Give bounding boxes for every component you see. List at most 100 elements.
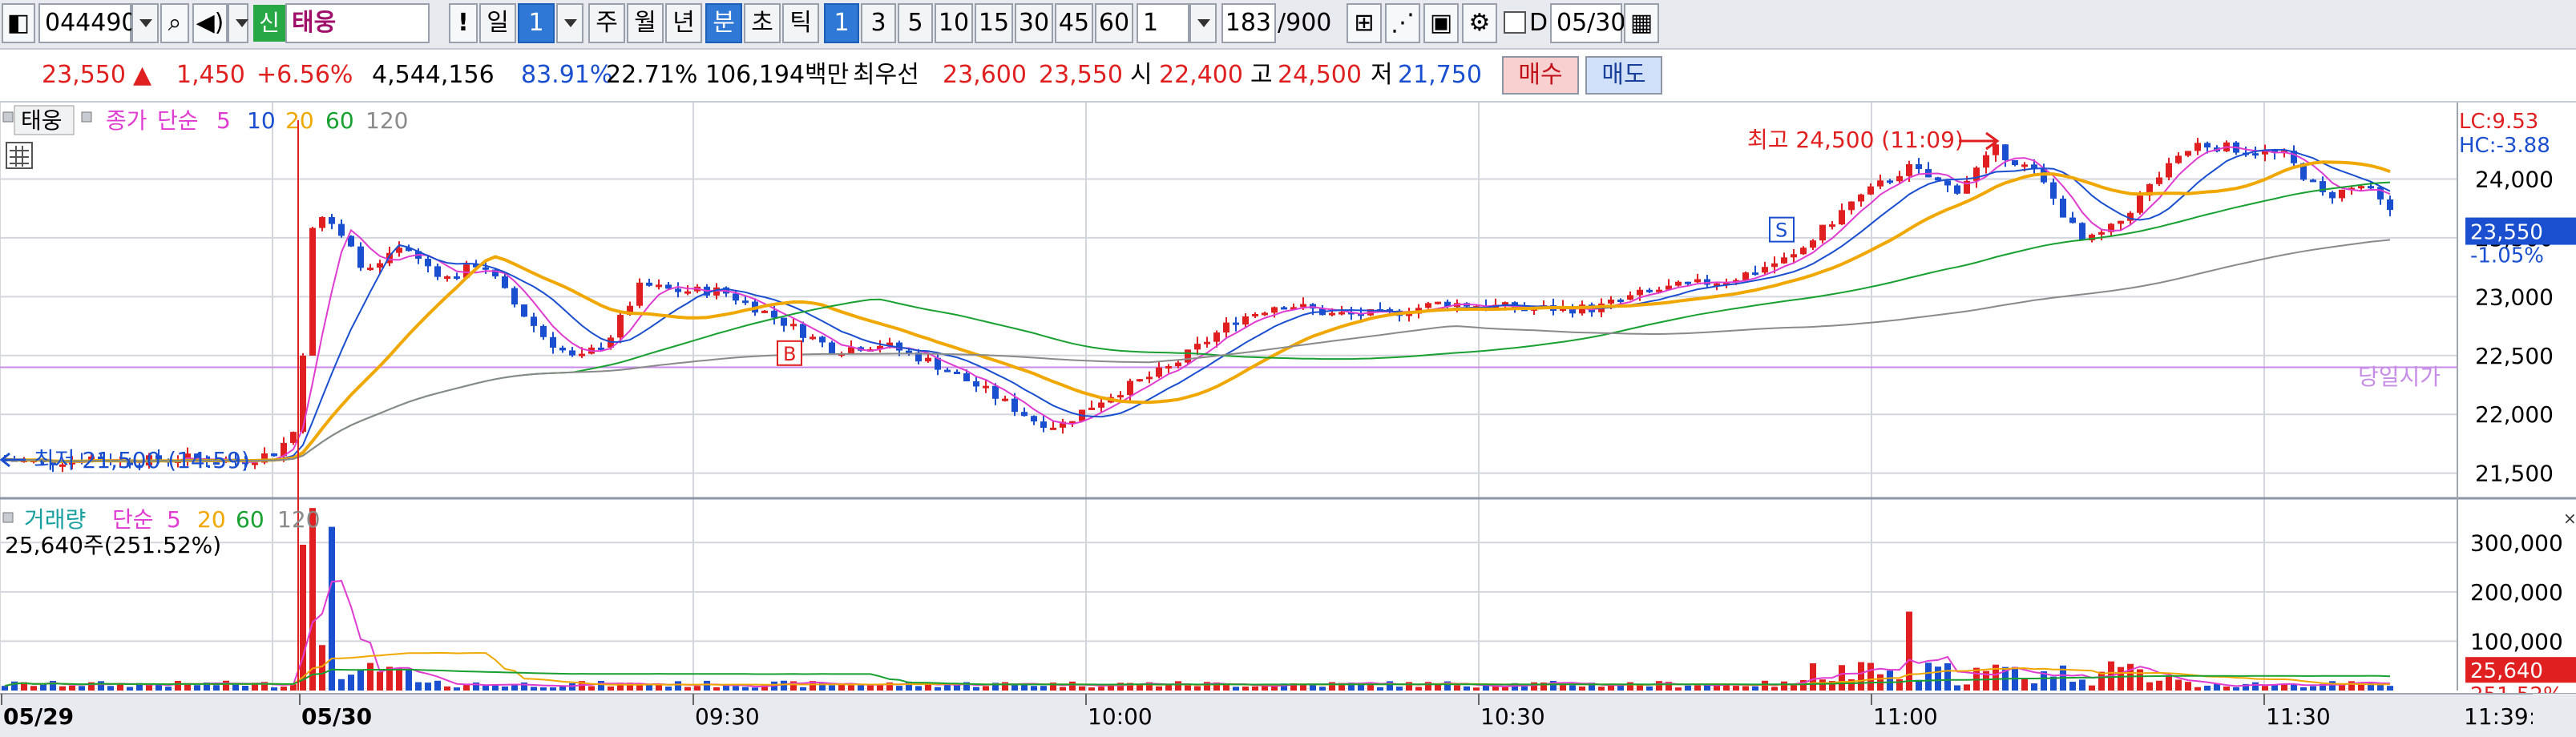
volume-bar[interactable] bbox=[2166, 676, 2172, 691]
volume-bar[interactable] bbox=[2146, 682, 2153, 691]
candle[interactable] bbox=[2098, 232, 2105, 235]
candle[interactable] bbox=[781, 317, 787, 326]
candle[interactable] bbox=[1146, 377, 1153, 380]
volume-bar[interactable] bbox=[2021, 679, 2028, 691]
volume-bar[interactable] bbox=[1319, 687, 1326, 691]
candle[interactable] bbox=[742, 300, 749, 304]
candle[interactable] bbox=[579, 353, 585, 356]
candle[interactable] bbox=[771, 310, 777, 318]
volume-bar[interactable] bbox=[723, 685, 729, 691]
candle[interactable] bbox=[819, 336, 826, 343]
volume-bar[interactable] bbox=[2185, 682, 2191, 691]
volume-bar[interactable] bbox=[502, 686, 508, 691]
candle[interactable] bbox=[1233, 322, 1239, 325]
candle[interactable] bbox=[2358, 186, 2364, 189]
volume-bar[interactable] bbox=[1031, 686, 1037, 691]
candle[interactable] bbox=[2012, 159, 2018, 166]
candle[interactable] bbox=[1435, 301, 1441, 304]
candle[interactable] bbox=[502, 276, 508, 288]
volume-bar[interactable] bbox=[608, 686, 614, 691]
candle[interactable] bbox=[377, 263, 383, 268]
volume-bar[interactable] bbox=[1935, 667, 1941, 691]
volume-bar[interactable] bbox=[107, 686, 114, 691]
volume-bar[interactable] bbox=[2310, 686, 2316, 691]
volume-bar[interactable] bbox=[1569, 685, 1576, 691]
volume-bar[interactable] bbox=[848, 685, 854, 691]
candle[interactable] bbox=[1675, 281, 1682, 286]
candle[interactable] bbox=[2050, 182, 2057, 199]
candle[interactable] bbox=[636, 282, 643, 306]
volume-bar[interactable] bbox=[2031, 683, 2037, 691]
volume-bar[interactable] bbox=[521, 682, 527, 691]
candle[interactable] bbox=[1156, 367, 1162, 377]
candle[interactable] bbox=[1944, 180, 1951, 186]
volume-bar[interactable] bbox=[1473, 687, 1480, 691]
volume-bar[interactable] bbox=[646, 684, 652, 691]
volume-bar[interactable] bbox=[2156, 680, 2162, 691]
volume-bar[interactable] bbox=[1925, 662, 1932, 691]
candle[interactable] bbox=[2118, 220, 2124, 224]
volume-bar[interactable] bbox=[454, 687, 460, 691]
volume-bar[interactable] bbox=[781, 680, 787, 691]
volume-bar[interactable] bbox=[1088, 687, 1095, 691]
candle[interactable] bbox=[954, 371, 960, 374]
volume-bar[interactable] bbox=[636, 685, 643, 691]
volume-bar[interactable] bbox=[1733, 686, 1739, 691]
candle[interactable] bbox=[944, 369, 951, 373]
candle[interactable] bbox=[1954, 185, 1960, 194]
volume-bar[interactable] bbox=[79, 686, 85, 691]
candle[interactable] bbox=[1194, 344, 1201, 350]
candle[interactable] bbox=[329, 217, 335, 224]
candle[interactable] bbox=[1762, 267, 1768, 273]
volume-bar[interactable] bbox=[98, 681, 104, 691]
candle[interactable] bbox=[1127, 381, 1133, 396]
volume-bar[interactable] bbox=[463, 684, 470, 691]
volume-bar[interactable] bbox=[800, 687, 806, 691]
candle[interactable] bbox=[2204, 143, 2211, 148]
volume-bar[interactable] bbox=[2204, 685, 2211, 691]
candle[interactable] bbox=[2079, 223, 2085, 241]
candle[interactable] bbox=[1800, 248, 1807, 255]
volume-bar[interactable] bbox=[1685, 685, 1691, 691]
candle[interactable] bbox=[1165, 366, 1172, 369]
candle[interactable] bbox=[1088, 407, 1095, 410]
volume-bar[interactable] bbox=[598, 680, 604, 691]
candle[interactable] bbox=[1887, 180, 1893, 183]
volume-bar[interactable] bbox=[194, 685, 200, 691]
candle[interactable] bbox=[1742, 272, 1749, 280]
volume-bar[interactable] bbox=[2300, 687, 2307, 691]
candle[interactable] bbox=[646, 282, 652, 286]
volume-bar[interactable] bbox=[213, 685, 220, 691]
volume-bar[interactable] bbox=[2214, 683, 2220, 691]
volume-bar[interactable] bbox=[829, 685, 835, 691]
volume-bar[interactable] bbox=[540, 687, 547, 691]
candle[interactable] bbox=[1993, 144, 1999, 155]
volume-bar[interactable] bbox=[2252, 682, 2259, 691]
volume-bar[interactable] bbox=[59, 686, 66, 691]
candle[interactable] bbox=[973, 381, 979, 387]
candle[interactable] bbox=[1021, 412, 1028, 417]
candle[interactable] bbox=[357, 246, 364, 268]
volume-bar[interactable] bbox=[1521, 686, 1528, 691]
candle[interactable] bbox=[1906, 163, 1912, 176]
volume-bar[interactable] bbox=[2089, 685, 2095, 691]
volume-bar[interactable] bbox=[1579, 686, 1585, 691]
axis-scroll-box[interactable] bbox=[2533, 694, 2576, 737]
volume-bar[interactable] bbox=[1781, 681, 1787, 691]
legend-toggle[interactable] bbox=[2, 512, 14, 523]
volume-bar[interactable] bbox=[175, 680, 181, 691]
volume-bar[interactable] bbox=[165, 687, 172, 691]
candle[interactable] bbox=[1752, 272, 1758, 276]
volume-bar[interactable] bbox=[1675, 687, 1682, 691]
candle[interactable] bbox=[540, 325, 547, 337]
candle[interactable] bbox=[1646, 289, 1653, 292]
volume-bar[interactable] bbox=[713, 687, 720, 691]
candle[interactable] bbox=[482, 267, 489, 270]
volume-bar[interactable] bbox=[1944, 662, 1951, 691]
volume-bar[interactable] bbox=[915, 686, 922, 691]
volume-bar[interactable] bbox=[1396, 687, 1403, 691]
candle[interactable] bbox=[2060, 198, 2066, 218]
candle[interactable] bbox=[1098, 402, 1104, 408]
volume-bar[interactable] bbox=[1098, 687, 1104, 691]
volume-bar[interactable] bbox=[1464, 686, 1470, 691]
